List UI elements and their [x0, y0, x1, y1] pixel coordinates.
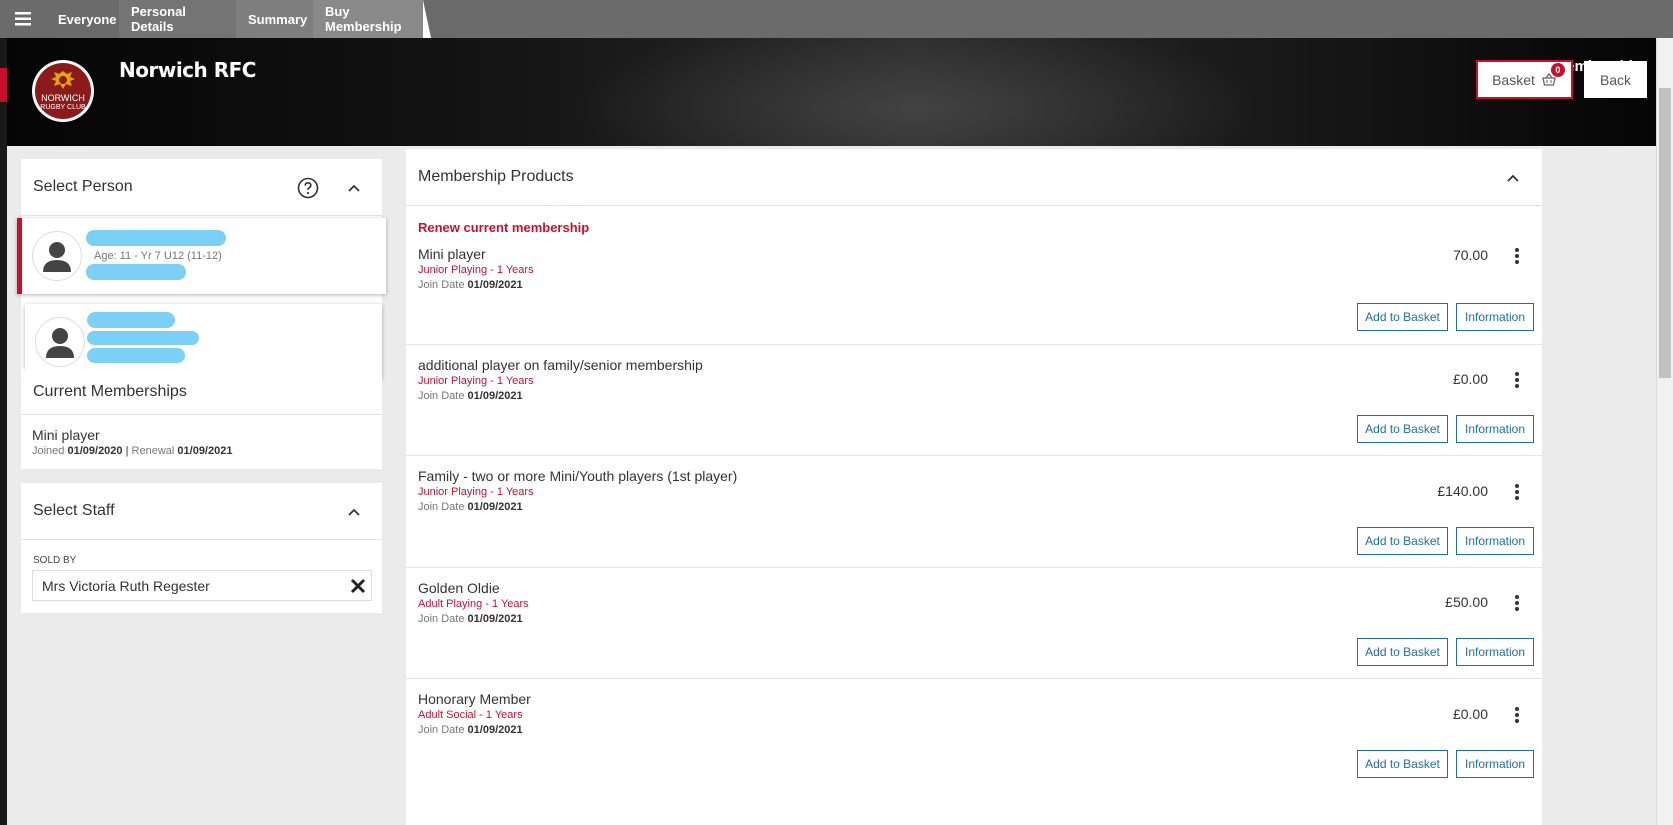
vertical-scrollbar[interactable] [1656, 38, 1673, 825]
product-name: Honorary Member [418, 691, 531, 707]
breadcrumb-personal-details[interactable]: Personal Details [119, 0, 244, 38]
product-join-date: Join Date 01/09/2021 [418, 501, 523, 513]
sold-by-field[interactable]: Mrs Victoria Ruth Regester [32, 570, 372, 601]
breadcrumb-everyone[interactable]: Everyone [46, 0, 127, 38]
select-person-header: Select Person [21, 159, 382, 216]
clear-icon[interactable] [349, 577, 367, 595]
more-options-icon[interactable] [1514, 483, 1520, 501]
current-membership-dates: Joined 01/09/2020 | Renewal 01/09/2021 [32, 445, 233, 457]
add-to-basket-button[interactable]: Add to Basket [1357, 527, 1448, 555]
breadcrumb-buy-membership[interactable]: Buy Membership [313, 0, 431, 38]
sold-by-value: Mrs Victoria Ruth Regester [42, 577, 210, 594]
add-to-basket-button[interactable]: Add to Basket [1357, 415, 1448, 443]
product-name: Golden Oldie [418, 580, 500, 596]
back-button[interactable]: Back [1584, 61, 1647, 98]
information-button[interactable]: Information [1456, 303, 1534, 331]
lion-icon [51, 71, 75, 89]
basket-icon: 0 [1541, 62, 1565, 88]
product-name: additional player on family/senior membe… [418, 357, 703, 373]
avatar [32, 231, 82, 281]
membership-products-panel: Membership Products Renew current member… [406, 149, 1542, 825]
product-row: Renew current membership Mini player Jun… [406, 206, 1542, 345]
product-name: Mini player [418, 246, 486, 262]
product-price: 70.00 [1452, 247, 1488, 263]
top-nav: Everyone Personal Details Summary Buy Me… [0, 0, 1673, 38]
current-memberships-panel: Current Memberships Mini player Joined 0… [21, 369, 382, 469]
left-edge-strip [0, 38, 7, 825]
product-price: £0.00 [1452, 371, 1488, 387]
product-join-date: Join Date 01/09/2021 [418, 390, 523, 402]
product-type: Junior Playing - 1 Years [418, 375, 534, 387]
product-price: £0.00 [1452, 706, 1488, 722]
current-memberships-title: Current Memberships [33, 382, 187, 400]
redacted-name [86, 230, 226, 246]
product-row: Golden Oldie Adult Playing - 1 Years Joi… [406, 568, 1542, 679]
product-row: Family - two or more Mini/Youth players … [406, 456, 1542, 568]
current-memberships-header: Current Memberships [21, 369, 382, 415]
membership-products-title: Membership Products [418, 168, 574, 185]
basket-label: Basket [1492, 71, 1535, 88]
basket-count-badge: 0 [1550, 62, 1565, 77]
information-button[interactable]: Information [1456, 415, 1534, 443]
product-type: Adult Playing - 1 Years [418, 598, 529, 610]
product-row: Honorary Member Adult Social - 1 Years J… [406, 679, 1542, 799]
add-to-basket-button[interactable]: Add to Basket [1357, 303, 1448, 331]
more-options-icon[interactable] [1514, 594, 1520, 612]
renew-current-label: Renew current membership [418, 220, 590, 235]
breadcrumb-summary[interactable]: Summary [236, 0, 321, 38]
membership-products-header: Membership Products [406, 149, 1542, 206]
club-name: Norwich RFC [119, 58, 256, 82]
more-options-icon[interactable] [1514, 371, 1520, 389]
information-button[interactable]: Information [1456, 527, 1534, 555]
collapse-chevron-up-icon[interactable] [1506, 173, 1520, 183]
sold-by-label: SOLD BY [33, 555, 77, 566]
basket-button[interactable]: Basket 0 [1476, 60, 1573, 99]
information-button[interactable]: Information [1456, 750, 1534, 778]
breadcrumb: Everyone Personal Details Summary Buy Me… [46, 0, 431, 38]
redacted-detail [87, 331, 199, 345]
product-price: £140.00 [1437, 483, 1488, 499]
product-price: £50.00 [1445, 594, 1488, 610]
person-item[interactable] [25, 304, 382, 379]
redacted-name [87, 312, 175, 328]
current-membership-name: Mini player [32, 427, 100, 443]
select-person-title: Select Person [33, 178, 133, 195]
logo-text-top: NORWICH [41, 93, 85, 103]
collapse-chevron-up-icon[interactable] [347, 183, 361, 193]
product-row: additional player on family/senior membe… [406, 345, 1542, 456]
product-type: Junior Playing - 1 Years [418, 486, 534, 498]
select-staff-header: Select Staff [21, 483, 382, 540]
product-type: Junior Playing - 1 Years [418, 264, 534, 276]
information-button[interactable]: Information [1456, 638, 1534, 666]
select-person-panel: Select Person Age: 11 - Yr 7 U12 (11-12) [17, 159, 386, 379]
more-options-icon[interactable] [1514, 706, 1520, 724]
product-join-date: Join Date 01/09/2021 [418, 279, 523, 291]
main-content: Select Person Age: 11 - Yr 7 U12 (11-12) [7, 146, 1656, 825]
avatar [35, 316, 85, 367]
scrollbar-thumb[interactable] [1659, 88, 1671, 378]
select-staff-panel: Select Staff SOLD BY Mrs Victoria Ruth R… [21, 483, 382, 613]
person-item[interactable]: Age: 11 - Yr 7 U12 (11-12) [17, 218, 386, 294]
product-type: Adult Social - 1 Years [418, 709, 523, 721]
person-silhouette-icon [46, 327, 74, 358]
add-to-basket-button[interactable]: Add to Basket [1357, 638, 1448, 666]
product-name: Family - two or more Mini/Youth players … [418, 468, 738, 484]
club-header: NORWICH RUGBY CLUB Norwich RFC Buy Membe… [7, 38, 1656, 146]
product-join-date: Join Date 01/09/2021 [418, 724, 523, 736]
collapse-chevron-up-icon[interactable] [347, 507, 361, 517]
add-to-basket-button[interactable]: Add to Basket [1357, 750, 1448, 778]
hamburger-menu-icon[interactable] [0, 0, 46, 38]
club-logo: NORWICH RUGBY CLUB [32, 60, 94, 122]
product-join-date: Join Date 01/09/2021 [418, 613, 523, 625]
person-silhouette-icon [43, 242, 71, 272]
redacted-detail [86, 264, 186, 280]
more-options-icon[interactable] [1514, 247, 1520, 265]
help-icon[interactable] [297, 177, 319, 199]
logo-text-bottom: RUGBY CLUB [40, 104, 86, 111]
person-age: Age: 11 - Yr 7 U12 (11-12) [94, 250, 222, 262]
redacted-detail [87, 348, 185, 363]
select-staff-title: Select Staff [33, 502, 115, 519]
